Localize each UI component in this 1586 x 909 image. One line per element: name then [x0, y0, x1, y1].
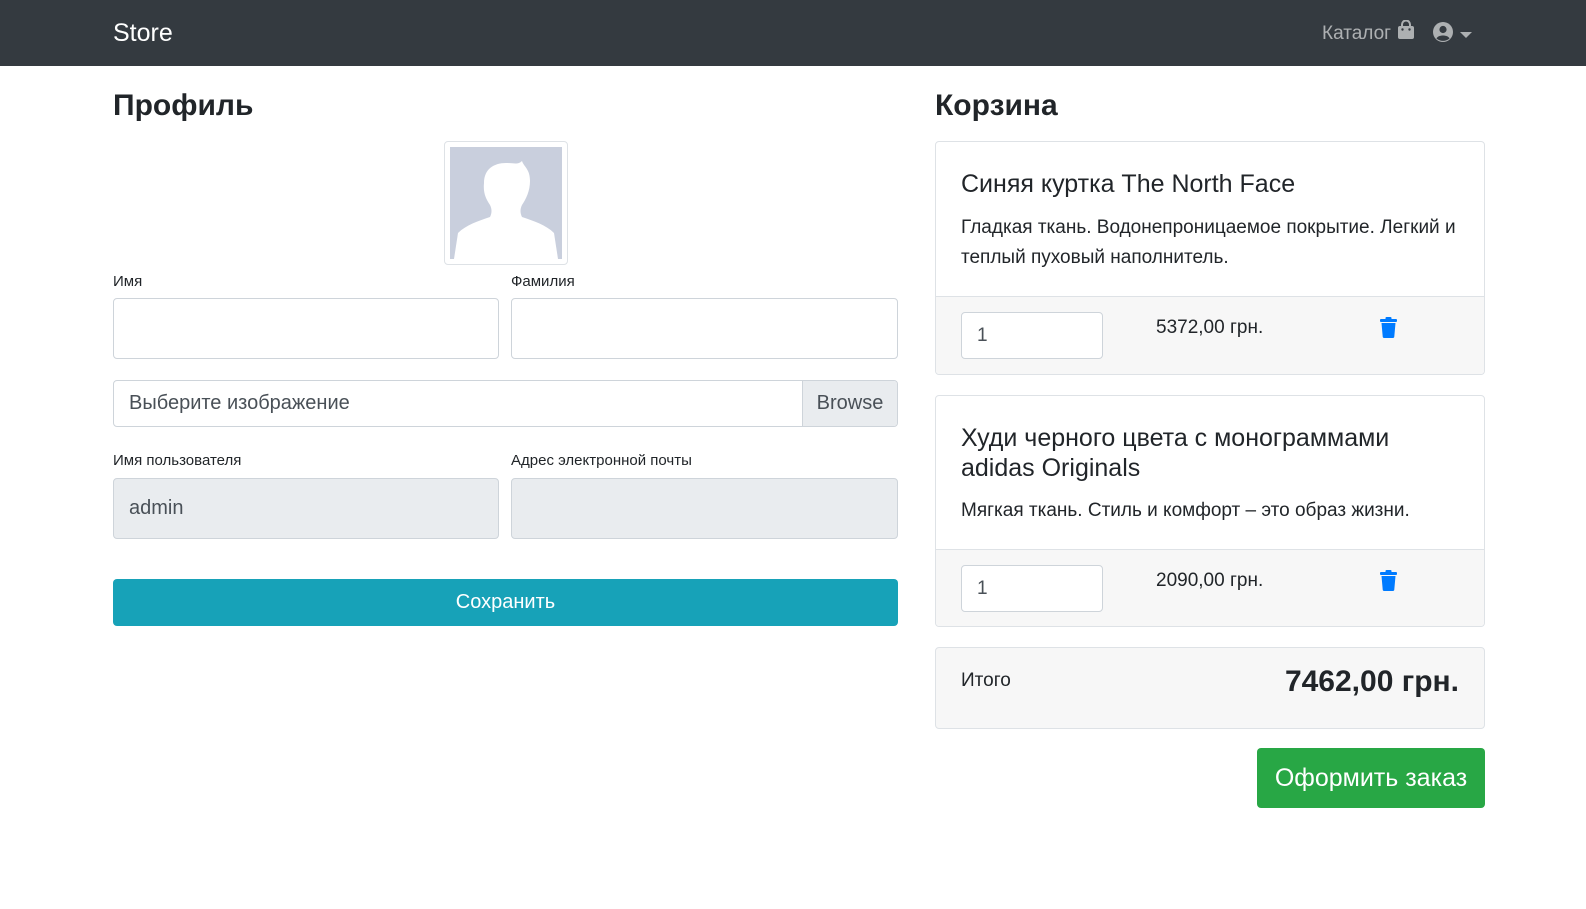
- total-label: Итого: [961, 670, 1011, 691]
- cart-title: Корзина: [935, 89, 1058, 122]
- shopping-bag-icon: [1397, 19, 1415, 48]
- cart-item-name: Синяя куртка The North Face: [961, 170, 1296, 198]
- avatar-placeholder-icon: [450, 147, 562, 259]
- navbar: Store Каталог: [0, 0, 1586, 66]
- cart-item-footer: 1 5372,00 грн.: [936, 296, 1484, 374]
- email-field: [511, 478, 898, 539]
- catalog-label: Каталог: [1322, 23, 1392, 44]
- checkout-button[interactable]: Оформить заказ: [1257, 748, 1485, 808]
- cart-item-price: 5372,00 грн.: [1156, 317, 1264, 338]
- quantity-input[interactable]: 1: [961, 565, 1103, 612]
- cart-item-description: Гладкая ткань. Водонепроницаемое покрыти…: [961, 217, 1456, 268]
- quantity-input[interactable]: 1: [961, 312, 1103, 359]
- brand-link[interactable]: Store: [113, 17, 173, 49]
- user-menu-toggle[interactable]: [1432, 21, 1472, 48]
- email-label: Адрес электронной почты: [511, 452, 692, 469]
- browse-button[interactable]: Browse: [802, 381, 897, 426]
- profile-title: Профиль: [113, 89, 254, 122]
- save-button[interactable]: Сохранить: [113, 579, 898, 626]
- cart-item-name: Худи черного цвета с монограммами adidas…: [961, 424, 1390, 482]
- image-file-input[interactable]: Выберите изображение Browse: [113, 380, 898, 427]
- cart-item-description: Мягкая ткань. Стиль и комфорт – это обра…: [961, 500, 1410, 521]
- total-value: 7462,00 грн.: [1284, 665, 1459, 698]
- cart-item-price: 2090,00 грн.: [1156, 570, 1264, 591]
- first-name-input[interactable]: [113, 298, 499, 359]
- trash-icon[interactable]: [1380, 570, 1397, 596]
- user-circle-icon: [1432, 21, 1454, 48]
- last-name-input[interactable]: [511, 298, 898, 359]
- cart-item-footer: 1 2090,00 грн.: [936, 549, 1484, 626]
- chevron-down-icon: [1460, 31, 1472, 38]
- trash-icon[interactable]: [1380, 317, 1397, 343]
- catalog-link[interactable]: Каталог: [1322, 19, 1415, 48]
- avatar: [444, 141, 568, 265]
- username-field: admin: [113, 478, 499, 539]
- cart-total: Итого 7462,00 грн.: [935, 647, 1485, 729]
- cart-item: Синяя куртка The North Face Гладкая ткан…: [935, 141, 1485, 375]
- first-name-label: Имя: [113, 273, 143, 290]
- username-label: Имя пользователя: [113, 452, 242, 469]
- last-name-label: Фамилия: [511, 273, 575, 290]
- file-input-placeholder: Выберите изображение: [129, 392, 350, 414]
- cart-item: Худи черного цвета с монограммами adidas…: [935, 395, 1485, 627]
